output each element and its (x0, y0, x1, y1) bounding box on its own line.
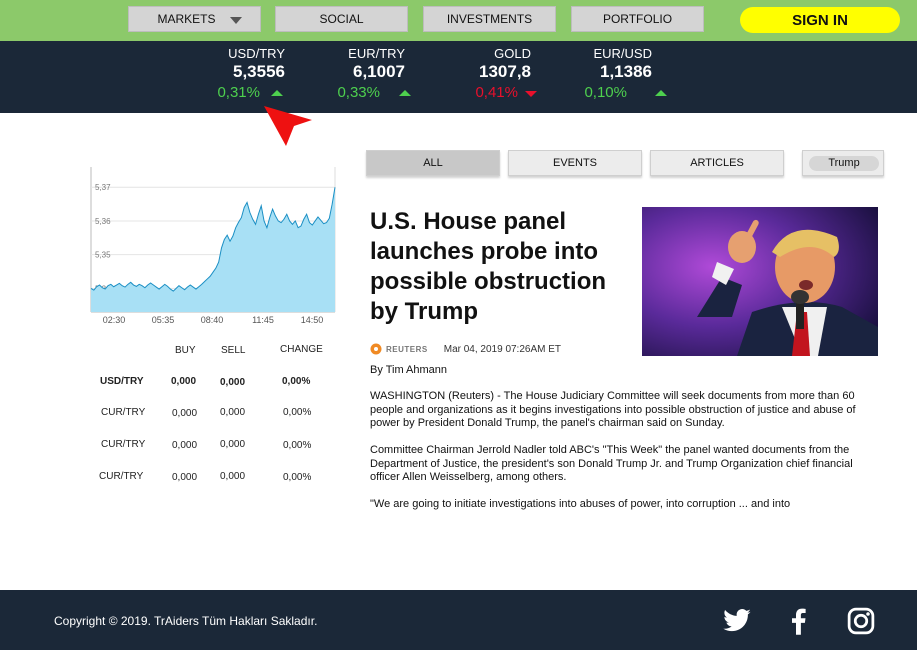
ticker-value: 1307,8 (479, 62, 531, 81)
chart-x-tick-label: 14:50 (301, 315, 324, 325)
ticker-item-gold[interactable]: GOLD 1307,8 0,41% (411, 46, 537, 104)
instagram-icon[interactable] (846, 606, 876, 636)
nav-social-label: SOCIAL (319, 12, 364, 26)
rates-row-pair[interactable]: USD/TRY (100, 376, 144, 387)
sign-in-button[interactable]: SIGN IN (740, 7, 900, 33)
ticker-change: 0,41% (475, 84, 518, 101)
rates-row-pair[interactable]: CUR/TRY (99, 471, 143, 482)
arrow-up-icon (655, 90, 667, 96)
article-paragraph: WASHINGTON (Reuters) - The House Judicia… (370, 390, 856, 429)
tab-events[interactable]: EVENTS (508, 150, 642, 176)
mouse-cursor-icon (264, 106, 312, 146)
rates-row-pair[interactable]: CUR/TRY (101, 439, 145, 450)
tag-filter[interactable]: Trump (802, 150, 884, 176)
rates-row-sell: 0,000 (220, 377, 246, 388)
ticker-value: 1,1386 (600, 62, 652, 81)
tab-all-label: ALL (423, 157, 443, 169)
ticker-item-eurtry[interactable]: EUR/TRY 6,1007 0,33% (285, 46, 411, 104)
nav-markets-button[interactable]: MARKETS (128, 6, 261, 32)
rates-row-change: 0,00% (283, 407, 312, 418)
rates-header-change: CHANGE (280, 344, 323, 355)
chart-area (91, 187, 335, 312)
rates-row-pair[interactable]: CUR/TRY (101, 407, 145, 418)
facebook-icon[interactable] (784, 606, 814, 636)
rates-row-buy: 0,000 (172, 472, 198, 483)
tab-articles[interactable]: ARTICLES (650, 150, 784, 176)
chart-y-tick-label: 5,35 (95, 251, 111, 260)
rates-row-buy: 0,000 (171, 376, 197, 387)
ticker-item-usdtry[interactable]: USD/TRY 5,3556 0,31% (165, 46, 285, 104)
usdtry-chart: 5,375,365,355,3402:3005:3508:4011:4514:5… (90, 167, 336, 325)
article-date: Mar 04, 2019 07:26AM ET (443, 343, 562, 355)
ticker-value: 5,3556 (233, 62, 285, 81)
chart-x-tick-label: 11:45 (252, 315, 274, 325)
rates-row-sell: 0,000 (220, 439, 246, 450)
nav-portfolio-label: PORTFOLIO (602, 12, 673, 26)
reuters-logo-icon (370, 343, 382, 355)
ticker-symbol: GOLD (494, 46, 531, 61)
nav-social-button[interactable]: SOCIAL (275, 6, 408, 32)
chart-x-tick-label: 08:40 (201, 315, 224, 325)
chart-x-tick-label: 02:30 (103, 315, 126, 325)
nav-portfolio-button[interactable]: PORTFOLIO (571, 6, 704, 32)
copyright-text: Copyright © 2019. TrAiders Tüm Hakları S… (54, 614, 318, 628)
top-navigation: MARKETS SOCIAL INVESTMENTS PORTFOLIO SIG… (0, 0, 917, 41)
ticker-symbol: EUR/USD (593, 46, 652, 61)
tab-all[interactable]: ALL (366, 150, 500, 176)
tab-events-label: EVENTS (552, 157, 597, 169)
chart-y-tick-label: 5,37 (95, 183, 111, 192)
rates-row-change: 0,00% (282, 376, 311, 387)
ticker-change: 0,33% (337, 84, 380, 101)
arrow-up-icon (271, 90, 283, 96)
ticker-symbol: USD/TRY (228, 46, 285, 61)
article-paragraph: "We are going to initiate investigations… (370, 498, 791, 510)
nav-investments-label: INVESTMENTS (446, 12, 533, 26)
chevron-down-icon (230, 17, 242, 24)
article-meta: REUTERS Mar 04, 2019 07:26AM ET (370, 343, 561, 355)
tab-articles-label: ARTICLES (690, 157, 744, 169)
article-paragraph: Committee Chairman Jerrold Nadler told A… (370, 444, 853, 483)
rates-row-change: 0,00% (283, 440, 312, 451)
ticker-change: 0,31% (217, 84, 260, 101)
rates-header-sell: SELL (221, 345, 246, 356)
rates-row-buy: 0,000 (172, 440, 198, 451)
tag-filter-label: Trump (809, 156, 879, 171)
rates-row-change: 0,00% (283, 472, 312, 483)
ticker-symbol: EUR/TRY (348, 46, 405, 61)
nav-investments-button[interactable]: INVESTMENTS (423, 6, 556, 32)
article-byline: By Tim Ahmann (370, 364, 448, 376)
footer: Copyright © 2019. TrAiders Tüm Hakları S… (0, 590, 917, 650)
article-source[interactable]: REUTERS (386, 345, 428, 354)
article-photo (642, 207, 878, 356)
sign-in-label: SIGN IN (792, 11, 848, 29)
rates-header-buy: BUY (175, 345, 196, 356)
arrow-up-icon (399, 90, 411, 96)
ticker-bar: USD/TRY 5,3556 0,31% EUR/TRY 6,1007 0,33… (0, 41, 917, 113)
rates-row-buy: 0,000 (172, 408, 198, 419)
ticker-change: 0,10% (584, 84, 627, 101)
ticker-value: 6,1007 (353, 62, 405, 81)
chart-x-tick-label: 05:35 (152, 315, 175, 325)
chart-y-tick-label: 5,36 (95, 217, 111, 226)
rates-row-sell: 0,000 (220, 471, 246, 482)
rates-row-sell: 0,000 (220, 407, 246, 418)
article-headline[interactable]: U.S. House panel launches probe into pos… (370, 207, 630, 327)
twitter-icon[interactable] (722, 606, 752, 636)
nav-markets-label: MARKETS (157, 12, 216, 26)
ticker-item-eurusd[interactable]: EUR/USD 1,1386 0,10% (532, 46, 667, 104)
